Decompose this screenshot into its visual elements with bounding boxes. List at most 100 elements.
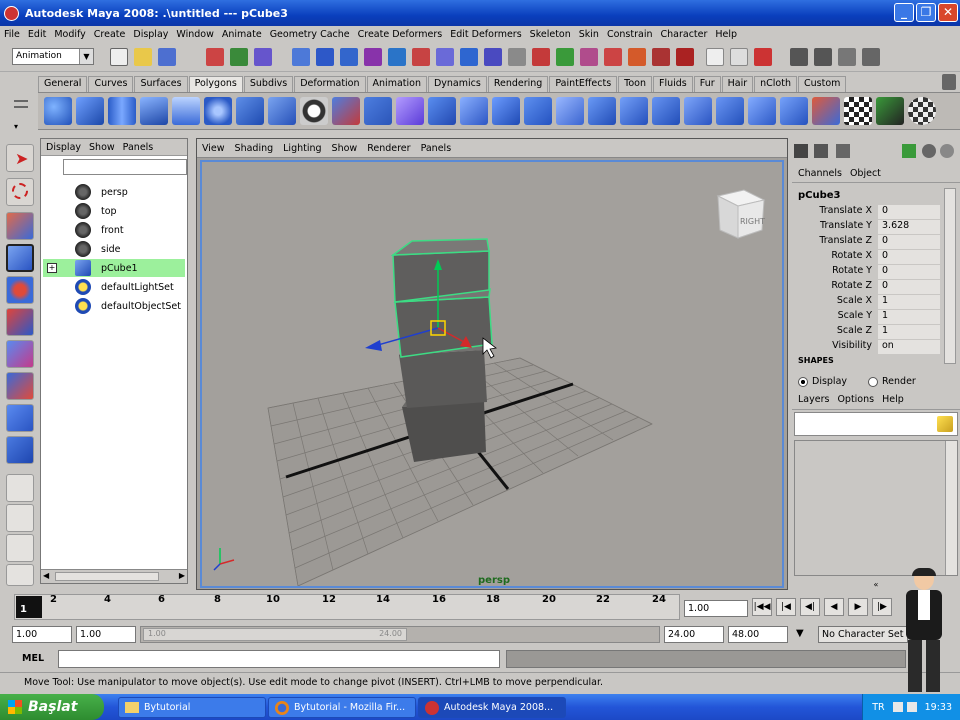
channel-rotate-x[interactable]: Rotate X0	[798, 250, 942, 265]
range-slider[interactable]: 1.00 24.00	[140, 626, 660, 643]
poly-cube-icon[interactable]	[76, 97, 104, 125]
offset-edge-loop-icon[interactable]	[652, 97, 680, 125]
render-icon[interactable]	[730, 48, 748, 66]
save-scene-icon[interactable]	[158, 48, 176, 66]
animation-end-field[interactable]: 48.00	[728, 626, 788, 643]
mask-handles-icon[interactable]	[292, 48, 310, 66]
lock-selection-icon[interactable]	[484, 48, 502, 66]
tray-icon[interactable]	[906, 702, 917, 712]
last-tool-icon[interactable]	[6, 436, 34, 464]
shelf-tab-general[interactable]: General	[38, 76, 88, 92]
menu-character[interactable]: Character	[661, 29, 708, 40]
viewport-menu-shading[interactable]: Shading	[235, 143, 274, 154]
scroll-left-icon[interactable]: ◀	[43, 571, 49, 580]
step-forward-frame-icon[interactable]: |▶	[872, 598, 892, 616]
outliner-item-defaultlightset[interactable]: defaultLightSet	[43, 278, 185, 296]
mel-command-input[interactable]	[58, 650, 500, 668]
highlight-selection-icon[interactable]	[508, 48, 526, 66]
maximize-button[interactable]: ❐	[916, 3, 936, 22]
menu-help[interactable]: Help	[715, 29, 737, 40]
collapse-icon[interactable]	[748, 97, 776, 125]
rotate-tool-icon[interactable]	[6, 276, 34, 304]
render-globals-icon[interactable]	[790, 48, 808, 66]
channel-translate-x[interactable]: Translate X0	[798, 205, 942, 220]
bridge-icon[interactable]	[524, 97, 552, 125]
history-icon[interactable]	[652, 48, 670, 66]
current-time-field[interactable]: 1.00	[684, 600, 748, 617]
poly-pyramid-icon[interactable]	[268, 97, 296, 125]
smooth-icon[interactable]	[396, 97, 424, 125]
taskbar-item-folder[interactable]: Bytutorial	[118, 697, 266, 718]
channel-rotate-z[interactable]: Rotate Z0	[798, 280, 942, 295]
scale-tool-icon[interactable]	[6, 308, 34, 336]
bevel-icon[interactable]	[684, 97, 712, 125]
reverse-normals-icon[interactable]	[780, 97, 808, 125]
go-to-start-icon[interactable]: |◀◀	[752, 598, 772, 616]
poly-pipe-icon[interactable]	[300, 97, 328, 125]
poly-prism-icon[interactable]	[236, 97, 264, 125]
poly-plane-icon[interactable]	[172, 97, 200, 125]
input-output-icon[interactable]	[676, 48, 694, 66]
single-pane-layout-icon[interactable]	[6, 474, 34, 502]
checker-map-icon[interactable]	[844, 97, 872, 125]
step-back-frame-icon[interactable]: ◀|	[800, 598, 820, 616]
layer-menu-help[interactable]: Help	[882, 394, 904, 409]
make-live-icon[interactable]	[628, 48, 646, 66]
shelf-tab-toon[interactable]: Toon	[618, 76, 652, 92]
mask-surfaces-icon[interactable]	[364, 48, 382, 66]
language-indicator[interactable]: TR	[872, 702, 884, 713]
playback-end-field[interactable]: 24.00	[664, 626, 724, 643]
animation-start-field[interactable]: 1.00	[12, 626, 72, 643]
shelf-tab-deformation[interactable]: Deformation	[294, 76, 366, 92]
menu-create[interactable]: Create	[94, 29, 126, 40]
poly-cone-icon[interactable]	[140, 97, 168, 125]
separate-icon[interactable]	[364, 97, 392, 125]
new-layer-icon[interactable]	[937, 416, 953, 432]
outliner-item-side[interactable]: side	[43, 240, 185, 258]
mask-joints-icon[interactable]	[316, 48, 334, 66]
menu-geometry-cache[interactable]: Geometry Cache	[270, 29, 350, 40]
outliner-item-defaultobjectset[interactable]: defaultObjectSet	[43, 297, 185, 315]
tray-icon[interactable]	[892, 702, 903, 712]
mask-deformations-icon[interactable]	[388, 48, 406, 66]
mirror-icon[interactable]	[460, 97, 488, 125]
viewport-menu-lighting[interactable]: Lighting	[283, 143, 321, 154]
time-slider[interactable]: 1 2 4 6 8 10 12 14 16 18 20 22 24	[14, 594, 680, 620]
tool-settings-toggle-icon[interactable]	[836, 144, 850, 158]
viewport-menu-panels[interactable]: Panels	[421, 143, 452, 154]
poly-cylinder-icon[interactable]	[108, 97, 136, 125]
character-set-dropdown-icon[interactable]: ▼	[796, 628, 804, 639]
planar-map-icon[interactable]	[908, 97, 936, 125]
outliner-item-front[interactable]: front	[43, 221, 185, 239]
shelf-tab-surfaces[interactable]: Surfaces	[134, 76, 188, 92]
outliner-item-pcube1[interactable]: + pCube1	[43, 259, 185, 277]
character-set-field[interactable]: No Character Set	[818, 626, 908, 643]
attribute-editor-toggle-icon[interactable]	[814, 144, 828, 158]
poly-sphere-icon[interactable]	[44, 97, 72, 125]
mask-dynamics-icon[interactable]	[412, 48, 430, 66]
close-button[interactable]: ✕	[938, 3, 958, 22]
outliner-item-persp[interactable]: persp	[43, 183, 185, 201]
shelf-menu[interactable]: ▾	[12, 96, 32, 132]
outliner-menu-panels[interactable]: Panels	[123, 142, 154, 153]
viewport-menu-view[interactable]: View	[202, 143, 225, 154]
shelf-tab-curves[interactable]: Curves	[88, 76, 134, 92]
menu-display[interactable]: Display	[133, 29, 168, 40]
persp-graph-layout-icon[interactable]	[6, 564, 34, 586]
split-icon[interactable]	[588, 97, 616, 125]
construction-history-icon[interactable]	[706, 48, 724, 66]
trash-icon[interactable]	[942, 74, 956, 90]
new-scene-icon[interactable]	[110, 48, 128, 66]
play-forwards-icon[interactable]: ▶	[848, 598, 868, 616]
step-back-key-icon[interactable]: |◀	[776, 598, 796, 616]
layer-display-radio[interactable]: Display	[798, 376, 847, 387]
universal-manipulator-icon[interactable]	[6, 340, 34, 368]
outliner-item-top[interactable]: top	[43, 202, 185, 220]
shelf-tab-fur[interactable]: Fur	[693, 76, 721, 92]
menu-file[interactable]: File	[4, 29, 20, 40]
shelf-tab-subdivs[interactable]: Subdivs	[243, 76, 294, 92]
ipr-render-icon[interactable]	[754, 48, 772, 66]
shelf-tab-custom[interactable]: Custom	[798, 76, 847, 92]
shelf-tab-polygons[interactable]: Polygons	[188, 76, 243, 92]
outliner-h-scrollbar[interactable]: ◀ ▶	[41, 569, 187, 583]
